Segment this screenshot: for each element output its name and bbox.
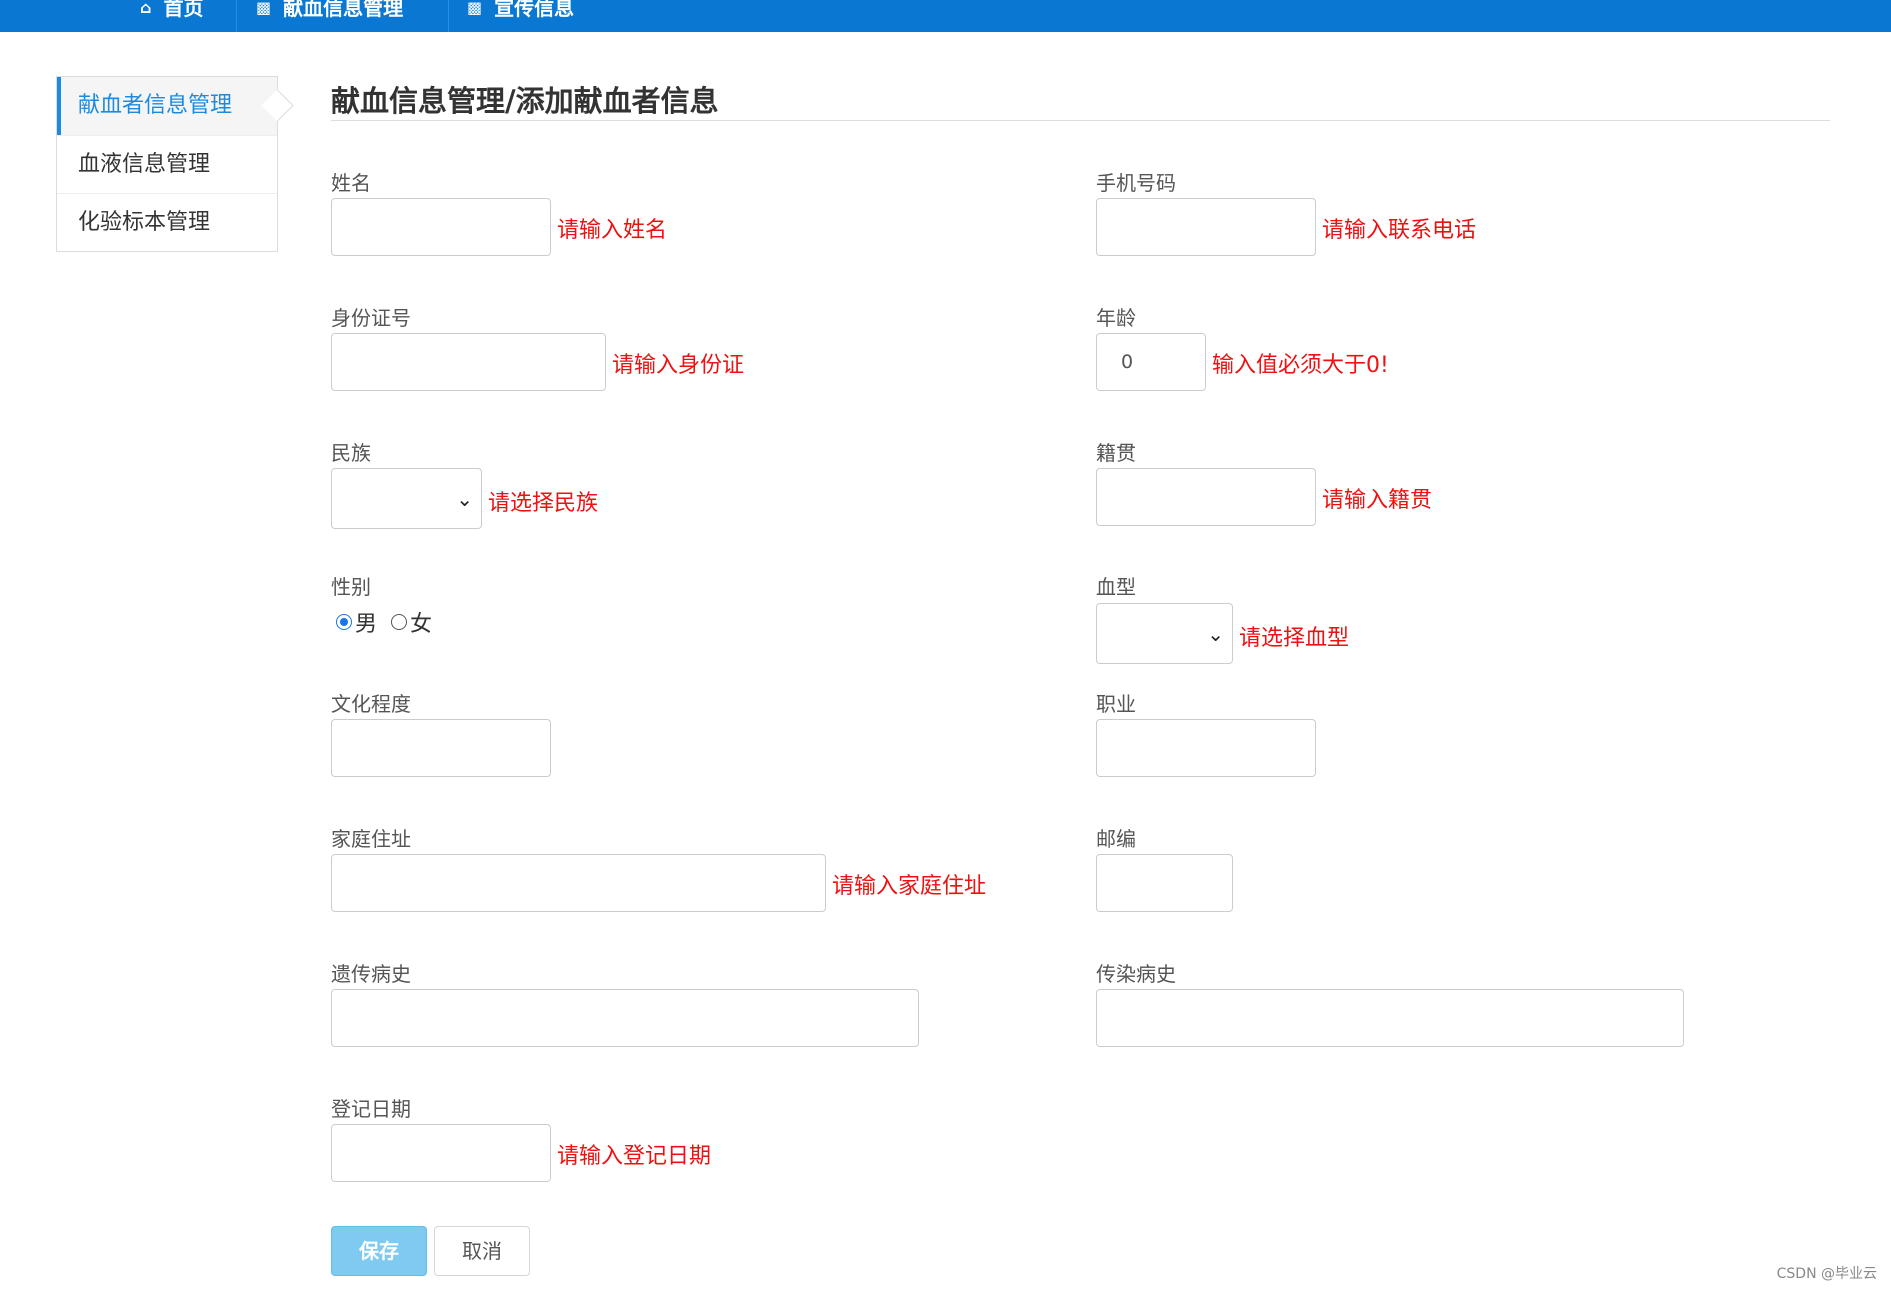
sidebar-item-label: 化验标本管理 [78,210,211,235]
title-divider [331,120,1830,121]
postcode-input[interactable] [1096,854,1233,912]
name-hint: 请输入姓名 [557,218,668,243]
name-label: 姓名 [331,171,371,195]
age-input[interactable] [1096,333,1206,391]
sidebar: 献血者信息管理 血液信息管理 化验标本管理 [56,76,278,252]
ethnicity-select[interactable]: ⌄ [331,468,482,529]
blood-type-select[interactable]: ⌄ [1096,603,1233,664]
occupation-input[interactable] [1096,719,1316,777]
sitemap-icon: ▩ [256,0,272,17]
nav-item-publicity[interactable]: ▩ 宣传信息 [467,0,574,32]
native-place-label: 籍贯 [1096,441,1136,465]
page-title: 献血信息管理/添加献血者信息 [331,84,719,118]
address-input[interactable] [331,854,826,912]
blood-type-label: 血型 [1096,575,1136,599]
chevron-down-icon: ⌄ [456,487,473,511]
nav-item-label: 首页 [163,0,204,20]
sidebar-item-specimen-management[interactable]: 化验标本管理 [57,193,277,251]
id-number-label: 身份证号 [331,306,411,330]
phone-input[interactable] [1096,198,1316,256]
cancel-button[interactable]: 取消 [434,1226,530,1276]
register-date-input[interactable] [331,1124,551,1182]
nav-item-label: 宣传信息 [494,0,575,20]
gender-radio-group: 男 女 [336,606,446,638]
top-nav-bar: ⌂ 首页 ▩ 献血信息管理 ▩ 宣传信息 [0,0,1891,32]
sidebar-item-label: 血液信息管理 [78,152,211,177]
ethnicity-hint: 请选择民族 [488,491,599,516]
nav-item-blood-donation[interactable]: ▩ 献血信息管理 [256,0,403,32]
register-date-label: 登记日期 [331,1097,411,1121]
nav-divider [236,0,237,32]
gender-label: 性别 [331,575,371,599]
home-icon: ⌂ [140,0,152,17]
sidebar-item-label: 献血者信息管理 [78,93,233,118]
education-label: 文化程度 [331,692,411,716]
watermark: CSDN @毕业云 [1776,1266,1877,1282]
postcode-label: 邮编 [1096,827,1136,851]
infectious-history-label: 传染病史 [1096,962,1176,986]
native-place-input[interactable] [1096,468,1316,526]
chevron-down-icon: ⌄ [1207,622,1224,646]
sidebar-item-donor-management[interactable]: 献血者信息管理 [57,77,277,135]
education-input[interactable] [331,719,551,777]
nav-item-home[interactable]: ⌂ 首页 [140,0,203,32]
nav-item-label: 献血信息管理 [283,0,404,20]
phone-label: 手机号码 [1096,171,1176,195]
blood-type-hint: 请选择血型 [1239,626,1350,651]
genetic-history-input[interactable] [331,989,919,1047]
id-number-hint: 请输入身份证 [612,353,745,378]
id-number-input[interactable] [331,333,606,391]
sidebar-item-blood-management[interactable]: 血液信息管理 [57,135,277,193]
native-place-hint: 请输入籍贯 [1322,488,1433,513]
age-hint: 输入值必须大于0! [1212,353,1389,378]
ethnicity-label: 民族 [331,441,371,465]
gender-female-label: 女 [410,612,433,637]
gender-male-radio[interactable] [336,614,352,630]
phone-hint: 请输入联系电话 [1322,218,1477,243]
nav-divider [448,0,449,32]
genetic-history-label: 遗传病史 [331,962,411,986]
sitemap-icon: ▩ [467,0,483,17]
infectious-history-input[interactable] [1096,989,1684,1047]
gender-female-radio[interactable] [391,614,408,630]
register-date-hint: 请输入登记日期 [557,1144,712,1169]
gender-male-label: 男 [355,612,378,637]
save-button[interactable]: 保存 [331,1226,427,1276]
name-input[interactable] [331,198,551,256]
age-label: 年龄 [1096,306,1136,330]
address-hint: 请输入家庭住址 [832,874,987,899]
occupation-label: 职业 [1096,692,1136,716]
address-label: 家庭住址 [331,827,411,851]
